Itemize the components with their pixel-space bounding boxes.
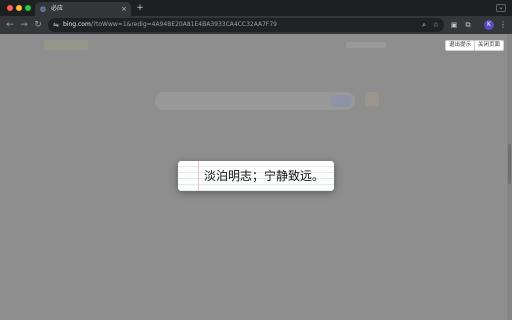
page-overlay: 退出提示 关闭页面 淡泊明志；宁静致远。	[0, 34, 512, 320]
tab-search-icon[interactable]: ⌄	[496, 4, 506, 12]
back-button[interactable]: ←	[4, 19, 16, 31]
scrollbar-thumb[interactable]	[508, 144, 511, 184]
url-text[interactable]: bing.com/?toWww=1&redig=4A94BE20A81E4BA3…	[63, 20, 277, 30]
browser-window: ◍ 必应 × + ⌄ ← → ↻ ⇋ bing.com/?toWww=1&red…	[0, 0, 512, 320]
blurred-search-button	[330, 95, 352, 107]
forward-button[interactable]: →	[18, 19, 30, 31]
blurred-mic-icon	[365, 92, 379, 106]
url-path: /?toWww=1&redig=4A94BE20A81E4BA3933CA4CC…	[90, 21, 277, 28]
tab-bing[interactable]: ◍ 必应 ×	[35, 2, 131, 16]
reload-button[interactable]: ↻	[32, 19, 44, 31]
tab-title: 必应	[51, 5, 64, 12]
close-page-button[interactable]: 关闭页面	[474, 40, 505, 51]
address-bar[interactable]: ⇋ bing.com/?toWww=1&redig=4A94BE20A81E4B…	[48, 18, 444, 32]
site-info-icon[interactable]: ⇋	[53, 20, 59, 30]
tab-close-icon[interactable]: ×	[121, 4, 127, 14]
blurred-nav	[346, 42, 386, 48]
profile-avatar[interactable]: K	[484, 20, 494, 30]
browser-menu-icon[interactable]: ⋮	[499, 19, 507, 31]
exit-prompt-button[interactable]: 退出提示	[445, 40, 476, 51]
browser-toolbar: ← → ↻ ⇋ bing.com/?toWww=1&redig=4A94BE20…	[0, 16, 512, 34]
tab-strip: ◍ 必应 × + ⌄	[0, 0, 512, 16]
scrollbar[interactable]	[507, 34, 512, 320]
extension-icon[interactable]: ▣	[449, 20, 459, 30]
extensions-puzzle-icon[interactable]: ⧉	[463, 20, 473, 30]
url-host: bing.com	[63, 21, 91, 28]
window-close-button[interactable]	[7, 5, 13, 11]
quote-text: 淡泊明志；宁静致远。	[204, 169, 325, 183]
window-maximize-button[interactable]	[25, 5, 31, 11]
card-margin-line	[198, 161, 199, 191]
window-minimize-button[interactable]	[16, 5, 22, 11]
zoom-icon[interactable]: ⌕	[422, 20, 426, 30]
new-tab-button[interactable]: +	[135, 2, 145, 14]
bookmark-star-icon[interactable]: ☆	[433, 20, 439, 30]
blurred-search-box	[155, 92, 355, 110]
blurred-logo	[44, 40, 88, 50]
globe-icon: ◍	[40, 5, 47, 13]
quote-card: 淡泊明志；宁静致远。	[178, 161, 334, 191]
